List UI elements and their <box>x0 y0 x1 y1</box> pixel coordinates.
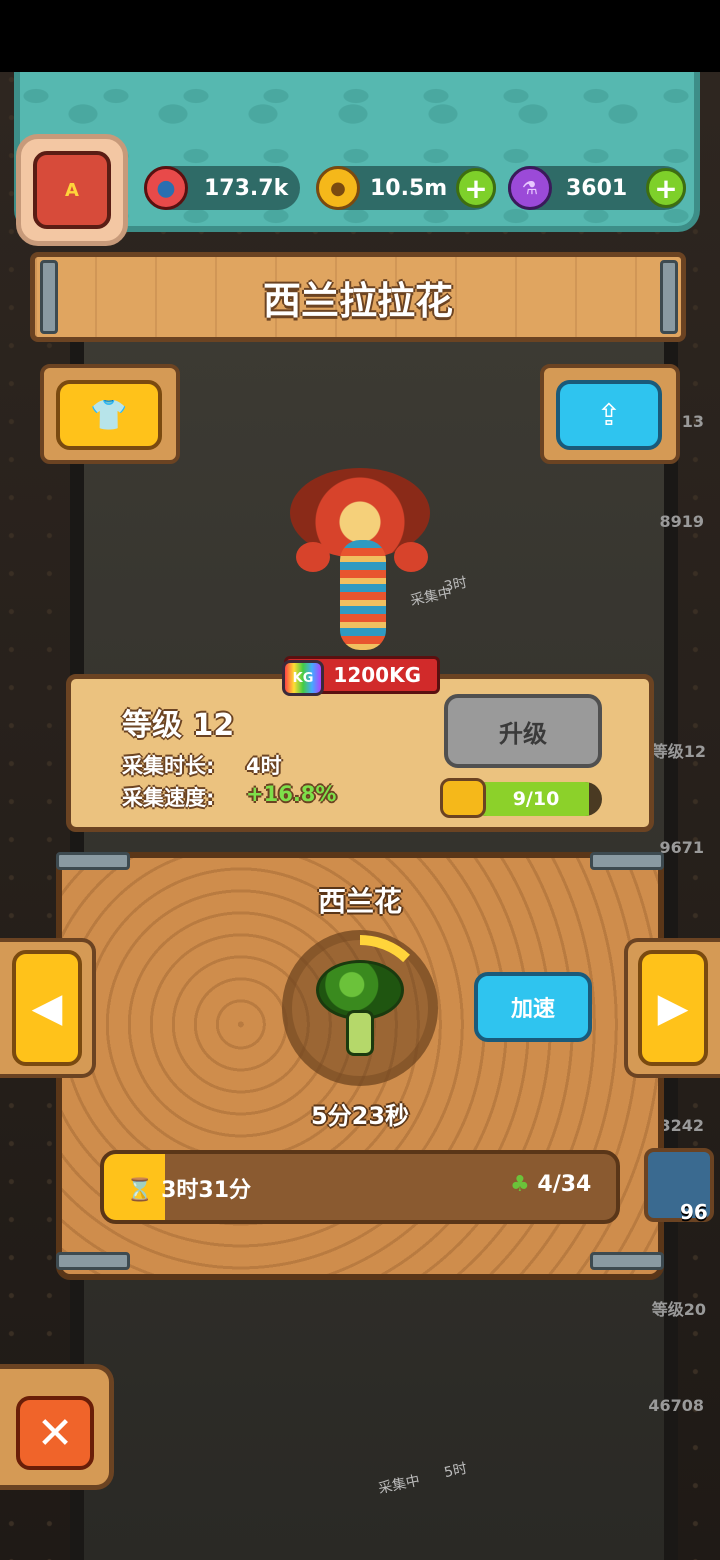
collect-speed-label: 采集速度: <box>122 786 215 810</box>
add-potions-button[interactable]: + <box>646 168 686 208</box>
monster-token-icon <box>440 778 486 818</box>
bracket-left <box>40 260 58 334</box>
previous-button[interactable]: ◀ <box>12 950 82 1066</box>
share-icon: ⇪ <box>596 397 622 433</box>
side-machine-count: 96 <box>680 1200 708 1224</box>
eyeball-icon: ● <box>144 166 188 210</box>
floor-label: 等级20 <box>651 1300 706 1319</box>
share-button[interactable]: ⇪ <box>556 380 662 450</box>
corner-bracket <box>56 1252 130 1270</box>
skin-button[interactable]: 👕 <box>56 380 162 450</box>
close-button[interactable]: ✕ <box>16 1396 94 1470</box>
floor-label: 8919 <box>659 512 704 531</box>
product-count: ♣ 4/34 <box>510 1172 591 1197</box>
bracket-right <box>660 260 678 334</box>
collect-time-value: 4时 <box>246 754 282 778</box>
total-time-text: 3时31分 <box>161 1178 252 1203</box>
add-coins-button[interactable]: + <box>456 168 496 208</box>
monster-title: 西兰拉拉花 <box>30 252 686 342</box>
upgrade-button[interactable]: 升级 <box>444 694 602 768</box>
corner-bracket <box>590 1252 664 1270</box>
shirt-icon: 👕 <box>90 397 128 433</box>
corner-bracket <box>56 852 130 870</box>
production-countdown: 5分23秒 <box>310 1102 410 1130</box>
monster-right-hand <box>394 542 428 572</box>
total-time: ⌛ 3时31分 <box>126 1172 251 1204</box>
close-icon: ✕ <box>36 1407 74 1459</box>
monster-level: 等级 12 <box>122 708 235 743</box>
product-name: 西兰花 <box>317 885 402 918</box>
coin-resource: ● 10.5m + <box>316 166 496 210</box>
corner-bracket <box>590 852 664 870</box>
potion-icon: ⚗ <box>508 166 552 210</box>
eye-resource: ● 173.7k <box>144 166 300 210</box>
coin-icon: ● <box>316 166 360 210</box>
monster-body <box>340 540 386 650</box>
player-avatar[interactable]: A <box>16 134 128 246</box>
next-button[interactable]: ▶ <box>638 950 708 1066</box>
hourglass-icon: ⌛ <box>126 1178 154 1203</box>
potion-count: 3601 <box>566 175 628 201</box>
collect-speed-value: +16.8% <box>246 782 337 806</box>
eye-count: 173.7k <box>204 175 289 201</box>
weight-tag-icon: KG <box>282 660 324 696</box>
product-count-text: 4/34 <box>537 1172 592 1197</box>
potion-resource: ⚗ 3601 + <box>508 166 686 210</box>
collect-time-label: 采集时长: <box>122 754 215 778</box>
monster-left-hand <box>296 542 330 572</box>
floor-label: 46708 <box>648 1396 704 1415</box>
chevron-left-icon: ◀ <box>31 985 63 1031</box>
coin-count: 10.5m <box>370 175 448 201</box>
broccoli-small-icon: ♣ <box>510 1172 530 1197</box>
broccoli-stem <box>346 1010 374 1056</box>
avatar-badge: A <box>33 151 111 229</box>
chevron-right-icon: ▶ <box>657 985 689 1031</box>
upgrade-progress-text: 9/10 <box>512 788 560 810</box>
speed-up-button[interactable]: 加速 <box>474 972 592 1042</box>
